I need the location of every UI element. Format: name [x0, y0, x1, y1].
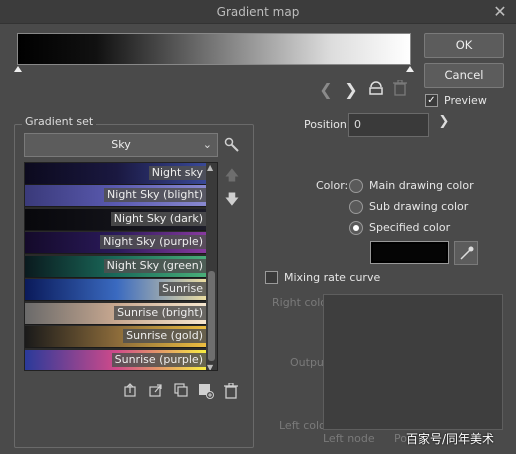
left-node-label: Left node — [323, 432, 375, 445]
gradient-preview-bar[interactable] — [17, 33, 411, 65]
gradient-item[interactable]: Night Sky (dark) — [25, 209, 208, 231]
gradient-item-label: Night Sky (purple) — [100, 235, 206, 249]
position-input[interactable]: 0 — [348, 113, 429, 137]
export-gradient-icon[interactable] — [148, 383, 164, 399]
gradient-item[interactable]: Sunrise (purple) — [25, 350, 208, 370]
specified-color-swatch[interactable] — [370, 241, 449, 264]
gradient-item-label: Night Sky (dark) — [110, 212, 206, 226]
gradient-item-label: Sunrise (gold) — [123, 329, 206, 343]
window-title: Gradient map — [216, 5, 300, 19]
flip-gradient-icon[interactable] — [367, 80, 385, 100]
gradient-list-scrollbar[interactable]: ▲ ▼ — [206, 163, 217, 370]
add-gradient-icon[interactable] — [198, 383, 214, 399]
scroll-down-icon[interactable]: ▼ — [207, 363, 213, 370]
gradient-item[interactable]: Night Sky (blight) — [25, 185, 208, 207]
main-color-radio[interactable] — [349, 179, 363, 193]
move-down-icon[interactable]: 🡇 — [224, 192, 240, 208]
gradient-item-label: Night Sky (green) — [103, 259, 206, 273]
gradient-item[interactable]: Night sky — [25, 163, 208, 185]
sub-color-label: Sub drawing color — [369, 200, 469, 213]
preview-checkbox[interactable]: ✓ — [425, 94, 438, 107]
right-node-handle[interactable] — [406, 66, 414, 72]
mixing-rate-curve-checkbox[interactable] — [265, 271, 278, 284]
ok-button[interactable]: OK — [424, 33, 504, 58]
specified-color-label: Specified color — [369, 221, 451, 234]
import-gradient-icon[interactable] — [123, 383, 139, 399]
chevron-down-icon: ⌄ — [202, 138, 212, 151]
gradient-item[interactable]: Sunrise (gold) — [25, 326, 208, 348]
preview-label: Preview — [444, 94, 487, 107]
watermark: 百家号/同年美术 — [406, 432, 495, 446]
left-node-handle[interactable] — [14, 66, 22, 72]
gradient-item[interactable]: Night Sky (purple) — [25, 232, 208, 254]
move-up-icon[interactable]: 🡅 — [224, 168, 240, 184]
main-color-label: Main drawing color — [369, 179, 474, 192]
next-node-icon[interactable]: ❯ — [343, 80, 359, 100]
previous-node-icon[interactable]: ❮ — [318, 80, 334, 100]
gradient-item-label: Sunrise (purple) — [111, 353, 206, 367]
gradient-item-label: Sunrise (bright) — [114, 306, 206, 320]
mixing-rate-curve-label: Mixing rate curve — [284, 271, 381, 284]
eyedropper-icon[interactable] — [454, 241, 478, 265]
gradient-item-label: Sunrise — [158, 282, 206, 296]
position-label: Position: — [304, 118, 351, 131]
position-next-icon[interactable]: ❯ — [437, 114, 451, 134]
specified-color-radio[interactable] — [349, 221, 363, 235]
gradient-set-label: Gradient set — [22, 115, 97, 128]
trash-icon[interactable] — [223, 382, 239, 399]
close-icon[interactable]: ✕ — [490, 2, 510, 22]
delete-node-icon[interactable] — [392, 79, 408, 100]
color-label: Color: — [316, 179, 349, 192]
sub-color-radio[interactable] — [349, 200, 363, 214]
gradient-item-label: Night Sky (blight) — [104, 188, 206, 202]
curve-graph[interactable] — [323, 294, 503, 430]
gradient-item[interactable]: Sunrise (bright) — [25, 303, 208, 325]
gradient-list[interactable]: Night sky Night Sky (blight) Night Sky (… — [24, 162, 218, 371]
gradient-item[interactable]: Night Sky (green) — [25, 256, 208, 278]
duplicate-gradient-icon[interactable] — [173, 383, 189, 399]
gradient-item[interactable]: Sunrise — [25, 279, 208, 301]
gradient-set-select[interactable]: Sky ⌄ — [24, 133, 218, 157]
cancel-button[interactable]: Cancel — [424, 63, 504, 88]
gradient-set-selected: Sky — [111, 138, 131, 151]
wrench-icon[interactable] — [224, 137, 240, 153]
scrollbar-thumb[interactable] — [208, 271, 215, 361]
gradient-item-label: Night sky — [148, 166, 206, 180]
scroll-up-icon[interactable]: ▲ — [207, 163, 213, 172]
